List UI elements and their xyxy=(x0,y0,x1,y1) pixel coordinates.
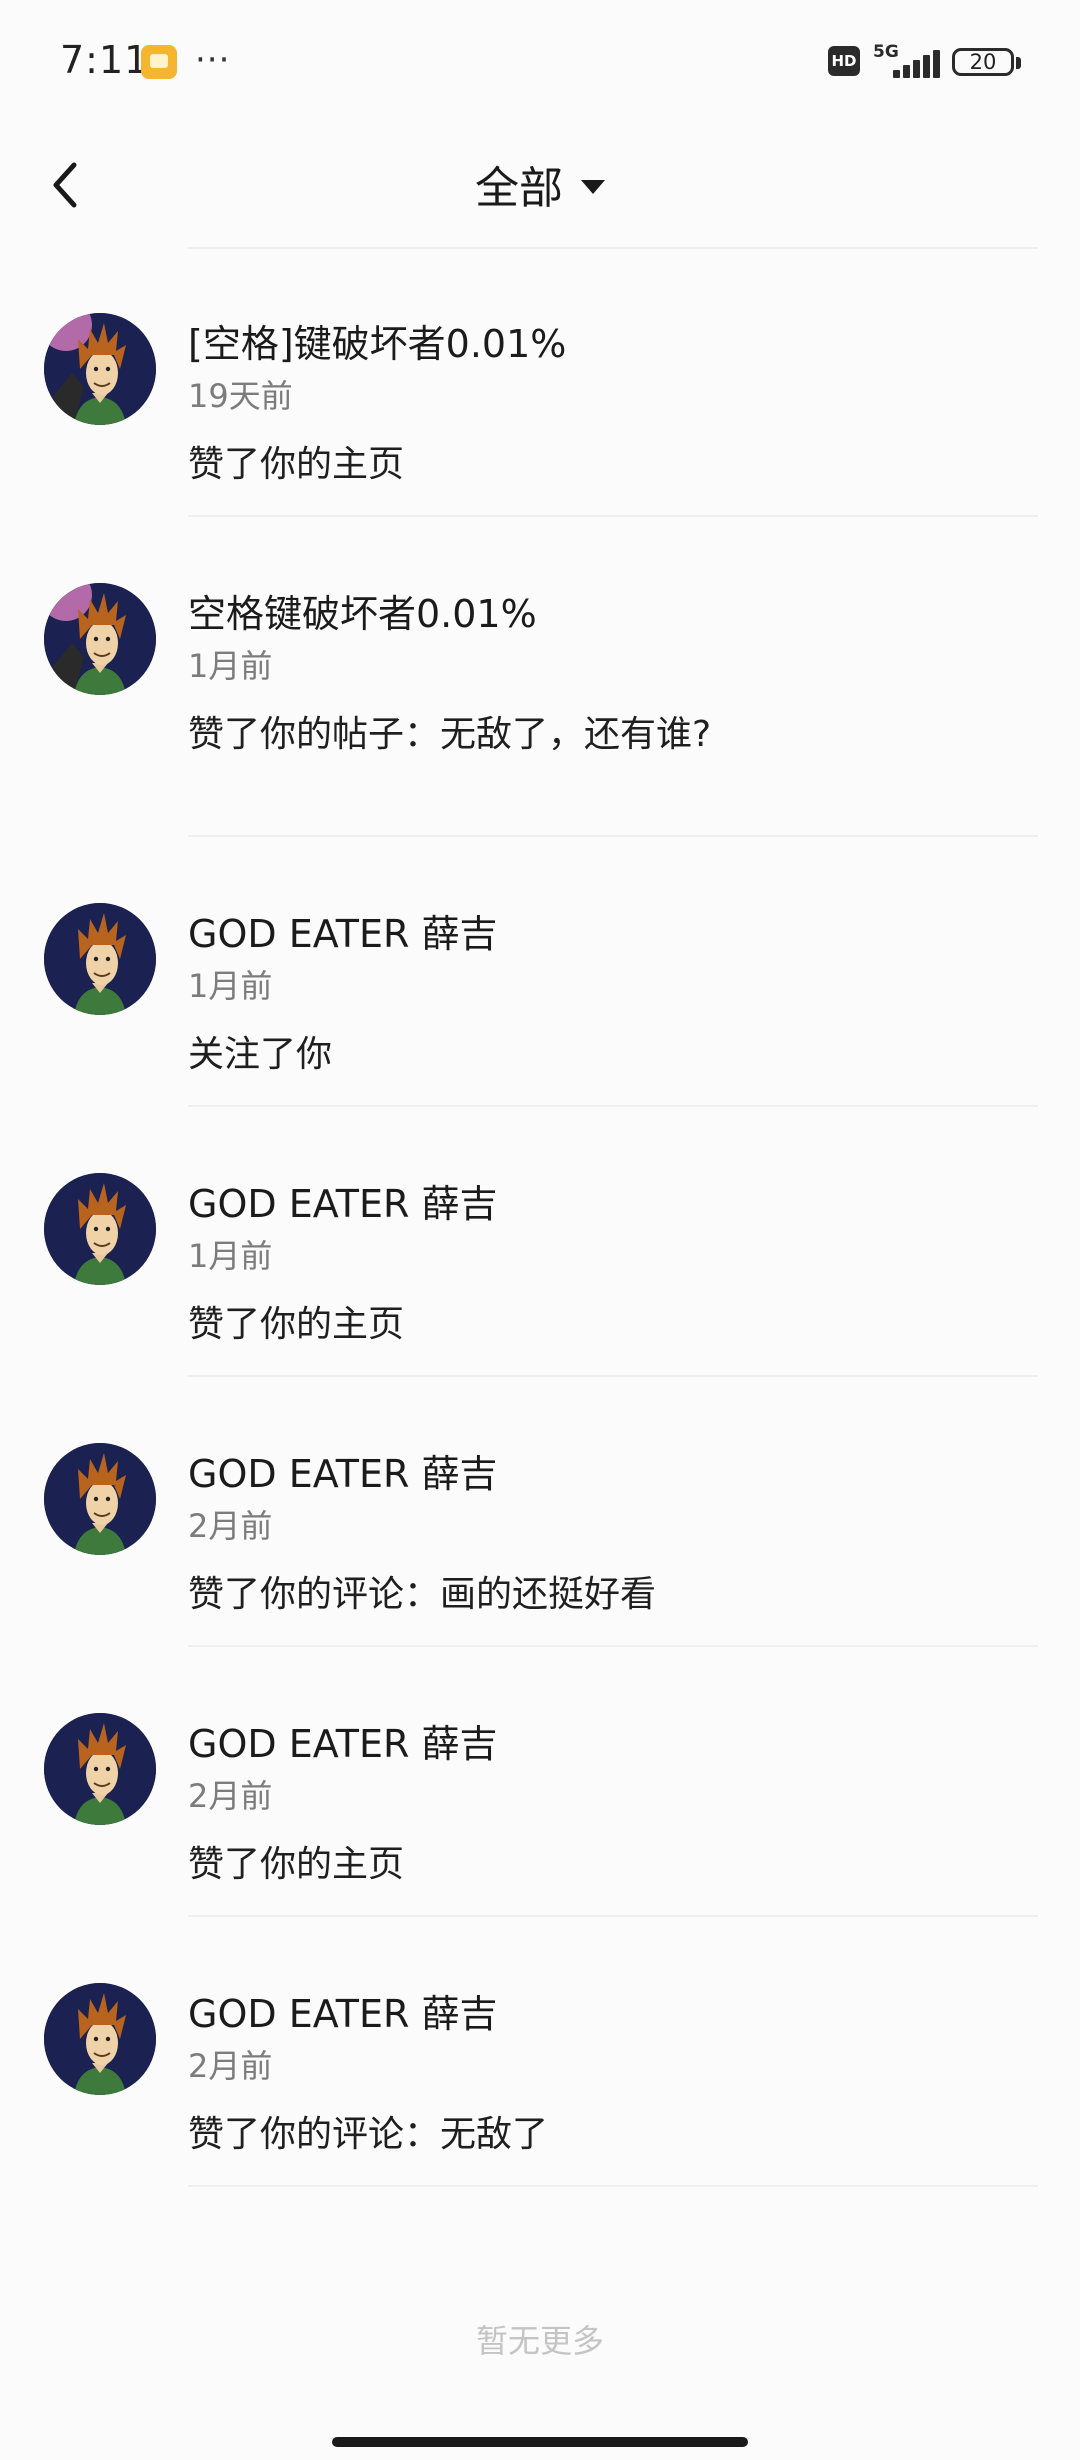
avatar[interactable] xyxy=(44,1443,156,1555)
battery-level: 20 xyxy=(969,50,997,74)
battery-icon: 20 xyxy=(952,48,1014,76)
divider xyxy=(188,1915,1038,1917)
caret-down-icon xyxy=(581,180,605,194)
avatar-image xyxy=(44,313,156,425)
timestamp: 1月前 xyxy=(188,967,273,1005)
status-bar: 7:11 ··· HD 5G 20 xyxy=(0,0,1080,130)
top-bar: 全部 xyxy=(0,130,1080,240)
notification-text: 赞了你的评论：无敌了 xyxy=(188,2114,549,2155)
filter-dropdown[interactable]: 全部 xyxy=(0,152,1080,216)
timestamp: 1月前 xyxy=(188,1237,273,1275)
divider xyxy=(188,247,1038,249)
timestamp: 2月前 xyxy=(188,1507,273,1545)
avatar-image xyxy=(44,1713,156,1825)
hd-icon: HD xyxy=(828,46,860,76)
username[interactable]: 空格键破坏者0.01% xyxy=(188,583,537,638)
app-notification-icon xyxy=(141,45,177,79)
timestamp: 2月前 xyxy=(188,1777,273,1815)
notification-text: 赞了你的主页 xyxy=(188,1304,405,1345)
divider xyxy=(188,835,1038,837)
username[interactable]: GOD EATER 薛吉 xyxy=(188,1713,497,1768)
avatar-image xyxy=(44,1173,156,1285)
divider xyxy=(188,1375,1038,1377)
avatar[interactable] xyxy=(44,1713,156,1825)
avatar-image xyxy=(44,903,156,1015)
page-title: 全部 xyxy=(475,163,563,214)
notification-text: 赞了你的主页 xyxy=(188,1844,405,1885)
username[interactable]: GOD EATER 薛吉 xyxy=(188,1443,497,1498)
notification-text: 赞了你的帖子：无敌了，还有谁? xyxy=(188,714,712,755)
timestamp: 2月前 xyxy=(188,2047,273,2085)
avatar[interactable] xyxy=(44,903,156,1015)
notification-text: 赞了你的主页 xyxy=(188,444,405,485)
battery-tip xyxy=(1016,57,1021,69)
username[interactable]: GOD EATER 薛吉 xyxy=(188,1983,497,2038)
more-notifications-icon: ··· xyxy=(195,40,231,80)
signal-icon xyxy=(893,48,941,78)
username[interactable]: GOD EATER 薛吉 xyxy=(188,903,497,958)
timestamp: 19天前 xyxy=(188,377,293,415)
avatar-image xyxy=(44,1443,156,1555)
avatar-image xyxy=(44,1983,156,2095)
notification-text: 关注了你 xyxy=(188,1034,333,1075)
avatar-image xyxy=(44,583,156,695)
divider xyxy=(188,1105,1038,1107)
divider xyxy=(188,1645,1038,1647)
home-indicator[interactable] xyxy=(332,2437,748,2447)
divider xyxy=(188,2185,1038,2187)
username[interactable]: [空格]键破坏者0.01% xyxy=(188,313,566,368)
timestamp: 1月前 xyxy=(188,647,273,685)
status-time: 7:11 xyxy=(60,38,150,82)
username[interactable]: GOD EATER 薛吉 xyxy=(188,1173,497,1228)
avatar[interactable] xyxy=(44,1983,156,2095)
avatar[interactable] xyxy=(44,313,156,425)
divider xyxy=(188,515,1038,517)
avatar[interactable] xyxy=(44,583,156,695)
notification-text: 赞了你的评论：画的还挺好看 xyxy=(188,1574,657,1615)
no-more-text: 暂无更多 xyxy=(475,2322,604,2360)
avatar[interactable] xyxy=(44,1173,156,1285)
